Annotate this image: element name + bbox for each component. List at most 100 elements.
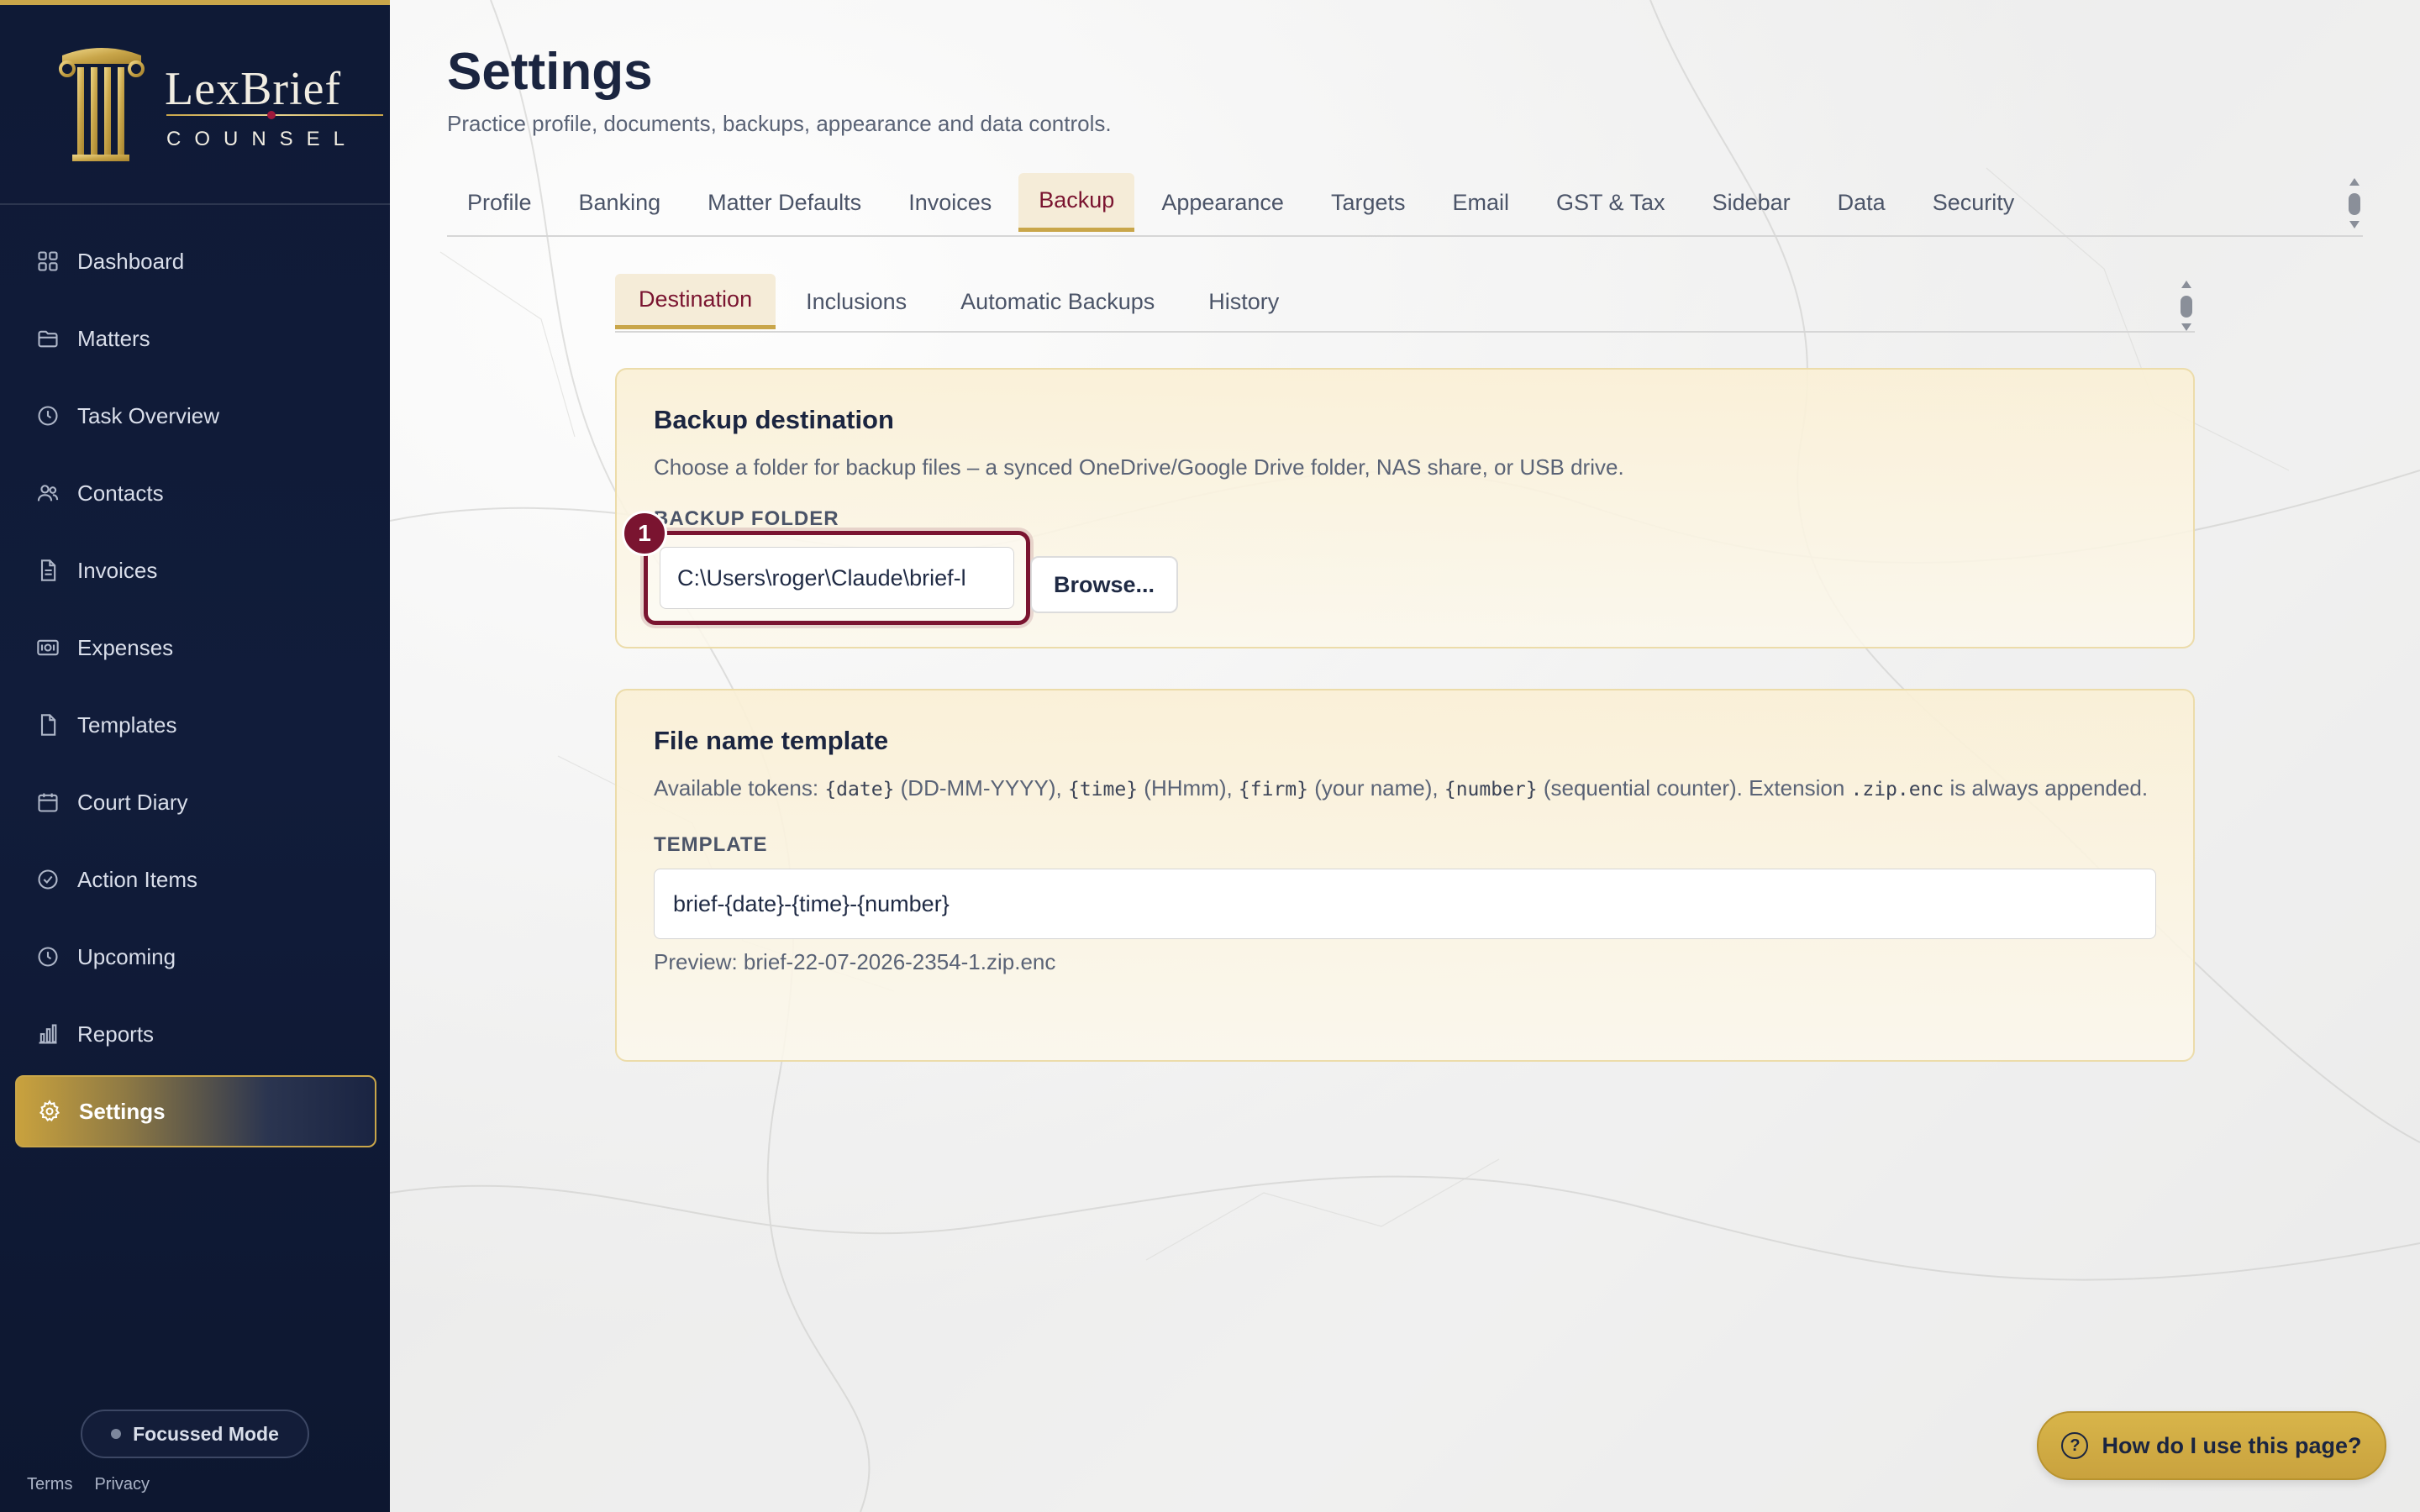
brand-dot xyxy=(267,111,276,119)
file-icon xyxy=(35,712,60,738)
sidebar-item-templates[interactable]: Templates xyxy=(15,689,376,761)
sidebar-item-label: Upcoming xyxy=(77,943,176,969)
calendar-icon xyxy=(35,790,60,815)
scroll-thumb xyxy=(2181,296,2192,318)
scroll-up-icon xyxy=(2181,281,2191,288)
subtab-automatic-backups[interactable]: Automatic Backups xyxy=(937,274,1178,329)
gear-icon xyxy=(37,1099,62,1124)
card-title: Backup destination xyxy=(654,405,894,434)
tab-security[interactable]: Security xyxy=(1912,173,2035,232)
token-number: {number} xyxy=(1444,779,1538,801)
sidebar-item-matters[interactable]: Matters xyxy=(15,302,376,375)
sidebar-item-expenses[interactable]: Expenses xyxy=(15,612,376,684)
focussed-mode-label: Focussed Mode xyxy=(133,1422,279,1445)
subtab-destination[interactable]: Destination xyxy=(615,274,776,329)
bar-chart-icon xyxy=(35,1021,60,1047)
page-title: Settings xyxy=(447,43,653,101)
brand-logo-block[interactable]: LexBrief COUNSEL xyxy=(55,44,383,170)
tab-targets[interactable]: Targets xyxy=(1311,173,1426,232)
folder-icon xyxy=(35,326,60,351)
subtabs-scrollbar[interactable] xyxy=(2180,281,2193,331)
sidebar-item-court-diary[interactable]: Court Diary xyxy=(15,766,376,838)
tab-appearance[interactable]: Appearance xyxy=(1141,173,1304,232)
banknote-icon xyxy=(35,635,60,660)
subtab-inclusions[interactable]: Inclusions xyxy=(782,274,930,329)
sidebar-nav: Dashboard Matters Task Overview Contacts… xyxy=(15,225,376,1152)
sidebar: LexBrief COUNSEL Dashboard Matters Task … xyxy=(0,0,390,1512)
footer-links: Terms Privacy xyxy=(27,1475,150,1494)
scroll-down-icon xyxy=(2349,221,2360,228)
users-icon xyxy=(35,480,60,506)
grid-icon xyxy=(35,249,60,274)
tab-gst-tax[interactable]: GST & Tax xyxy=(1536,173,1686,232)
card-description: Available tokens: {date} (DD-MM-YYYY), {… xyxy=(654,771,2156,806)
step-badge: 1 xyxy=(622,511,667,556)
tab-email[interactable]: Email xyxy=(1432,173,1529,232)
sidebar-item-settings[interactable]: Settings xyxy=(15,1075,376,1147)
tab-profile[interactable]: Profile xyxy=(447,173,552,232)
sidebar-item-label: Settings xyxy=(79,1098,166,1124)
tab-backup[interactable]: Backup xyxy=(1018,173,1135,232)
sidebar-item-action-items[interactable]: Action Items xyxy=(15,843,376,916)
sidebar-item-label: Invoices xyxy=(77,557,158,583)
card-description: Choose a folder for backup files – a syn… xyxy=(654,454,1624,480)
settings-tabs: Profile Banking Matter Defaults Invoices… xyxy=(447,173,2363,237)
document-icon xyxy=(35,558,60,583)
template-input[interactable] xyxy=(654,869,2156,939)
status-dot xyxy=(111,1429,122,1439)
terms-link[interactable]: Terms xyxy=(27,1475,72,1494)
card-title: File name template xyxy=(654,726,889,755)
desc-text: (DD-MM-YYYY), xyxy=(894,775,1068,801)
sidebar-item-task-overview[interactable]: Task Overview xyxy=(15,380,376,452)
pillar-logo-icon xyxy=(59,48,145,161)
scroll-up-icon xyxy=(2349,178,2360,186)
backup-folder-input[interactable] xyxy=(660,547,1014,609)
desc-text: (HHmm), xyxy=(1138,775,1239,801)
sidebar-item-label: Action Items xyxy=(77,866,198,892)
sidebar-item-label: Reports xyxy=(77,1021,155,1047)
check-circle-icon xyxy=(35,867,60,892)
page-subtitle: Practice profile, documents, backups, ap… xyxy=(447,111,1112,136)
tab-sidebar[interactable]: Sidebar xyxy=(1692,173,1811,232)
focussed-mode-toggle[interactable]: Focussed Mode xyxy=(81,1410,309,1458)
sidebar-item-label: Court Diary xyxy=(77,789,188,815)
tab-data[interactable]: Data xyxy=(1818,173,1906,232)
subtab-history[interactable]: History xyxy=(1185,274,1302,329)
help-button-label: How do I use this page? xyxy=(2102,1432,2362,1458)
tab-banking[interactable]: Banking xyxy=(559,173,681,232)
sidebar-item-label: Templates xyxy=(77,711,177,738)
sidebar-item-invoices[interactable]: Invoices xyxy=(15,534,376,606)
help-button[interactable]: ? How do I use this page? xyxy=(2037,1411,2386,1480)
sidebar-item-label: Task Overview xyxy=(77,402,220,428)
token-date: {date} xyxy=(824,779,895,801)
sidebar-divider xyxy=(0,203,390,205)
desc-text: (sequential counter). Extension xyxy=(1537,775,1851,801)
question-circle-icon: ? xyxy=(2061,1432,2089,1459)
sidebar-item-label: Contacts xyxy=(77,480,164,506)
clock-icon xyxy=(35,403,60,428)
sidebar-item-upcoming[interactable]: Upcoming xyxy=(15,921,376,993)
token-firm: {firm} xyxy=(1238,779,1309,801)
sidebar-item-contacts[interactable]: Contacts xyxy=(15,457,376,529)
backup-destination-card: Backup destination Choose a folder for b… xyxy=(615,368,2195,648)
extension-code: .zip.enc xyxy=(1850,779,1944,801)
tab-invoices[interactable]: Invoices xyxy=(888,173,1012,232)
sidebar-item-dashboard[interactable]: Dashboard xyxy=(15,225,376,297)
tabs-scrollbar[interactable] xyxy=(2348,178,2361,228)
template-preview: Preview: brief-22-07-2026-2354-1.zip.enc xyxy=(654,949,1056,974)
brand-subtitle: COUNSEL xyxy=(166,128,359,150)
file-name-template-card: File name template Available tokens: {da… xyxy=(615,689,2195,1062)
desc-text: Available tokens: xyxy=(654,775,825,801)
sidebar-item-label: Matters xyxy=(77,325,150,351)
sidebar-item-reports[interactable]: Reports xyxy=(15,998,376,1070)
scroll-thumb xyxy=(2349,193,2360,215)
desc-text: is always appended. xyxy=(1944,775,2149,801)
backup-folder-label: BACKUP FOLDER xyxy=(654,507,839,530)
backup-subtabs: Destination Inclusions Automatic Backups… xyxy=(615,274,2195,333)
privacy-link[interactable]: Privacy xyxy=(94,1475,150,1494)
token-time: {time} xyxy=(1067,779,1139,801)
browse-button[interactable]: Browse... xyxy=(1030,556,1178,613)
tab-matter-defaults[interactable]: Matter Defaults xyxy=(687,173,881,232)
clock-icon xyxy=(35,944,60,969)
sidebar-item-label: Expenses xyxy=(77,634,174,660)
